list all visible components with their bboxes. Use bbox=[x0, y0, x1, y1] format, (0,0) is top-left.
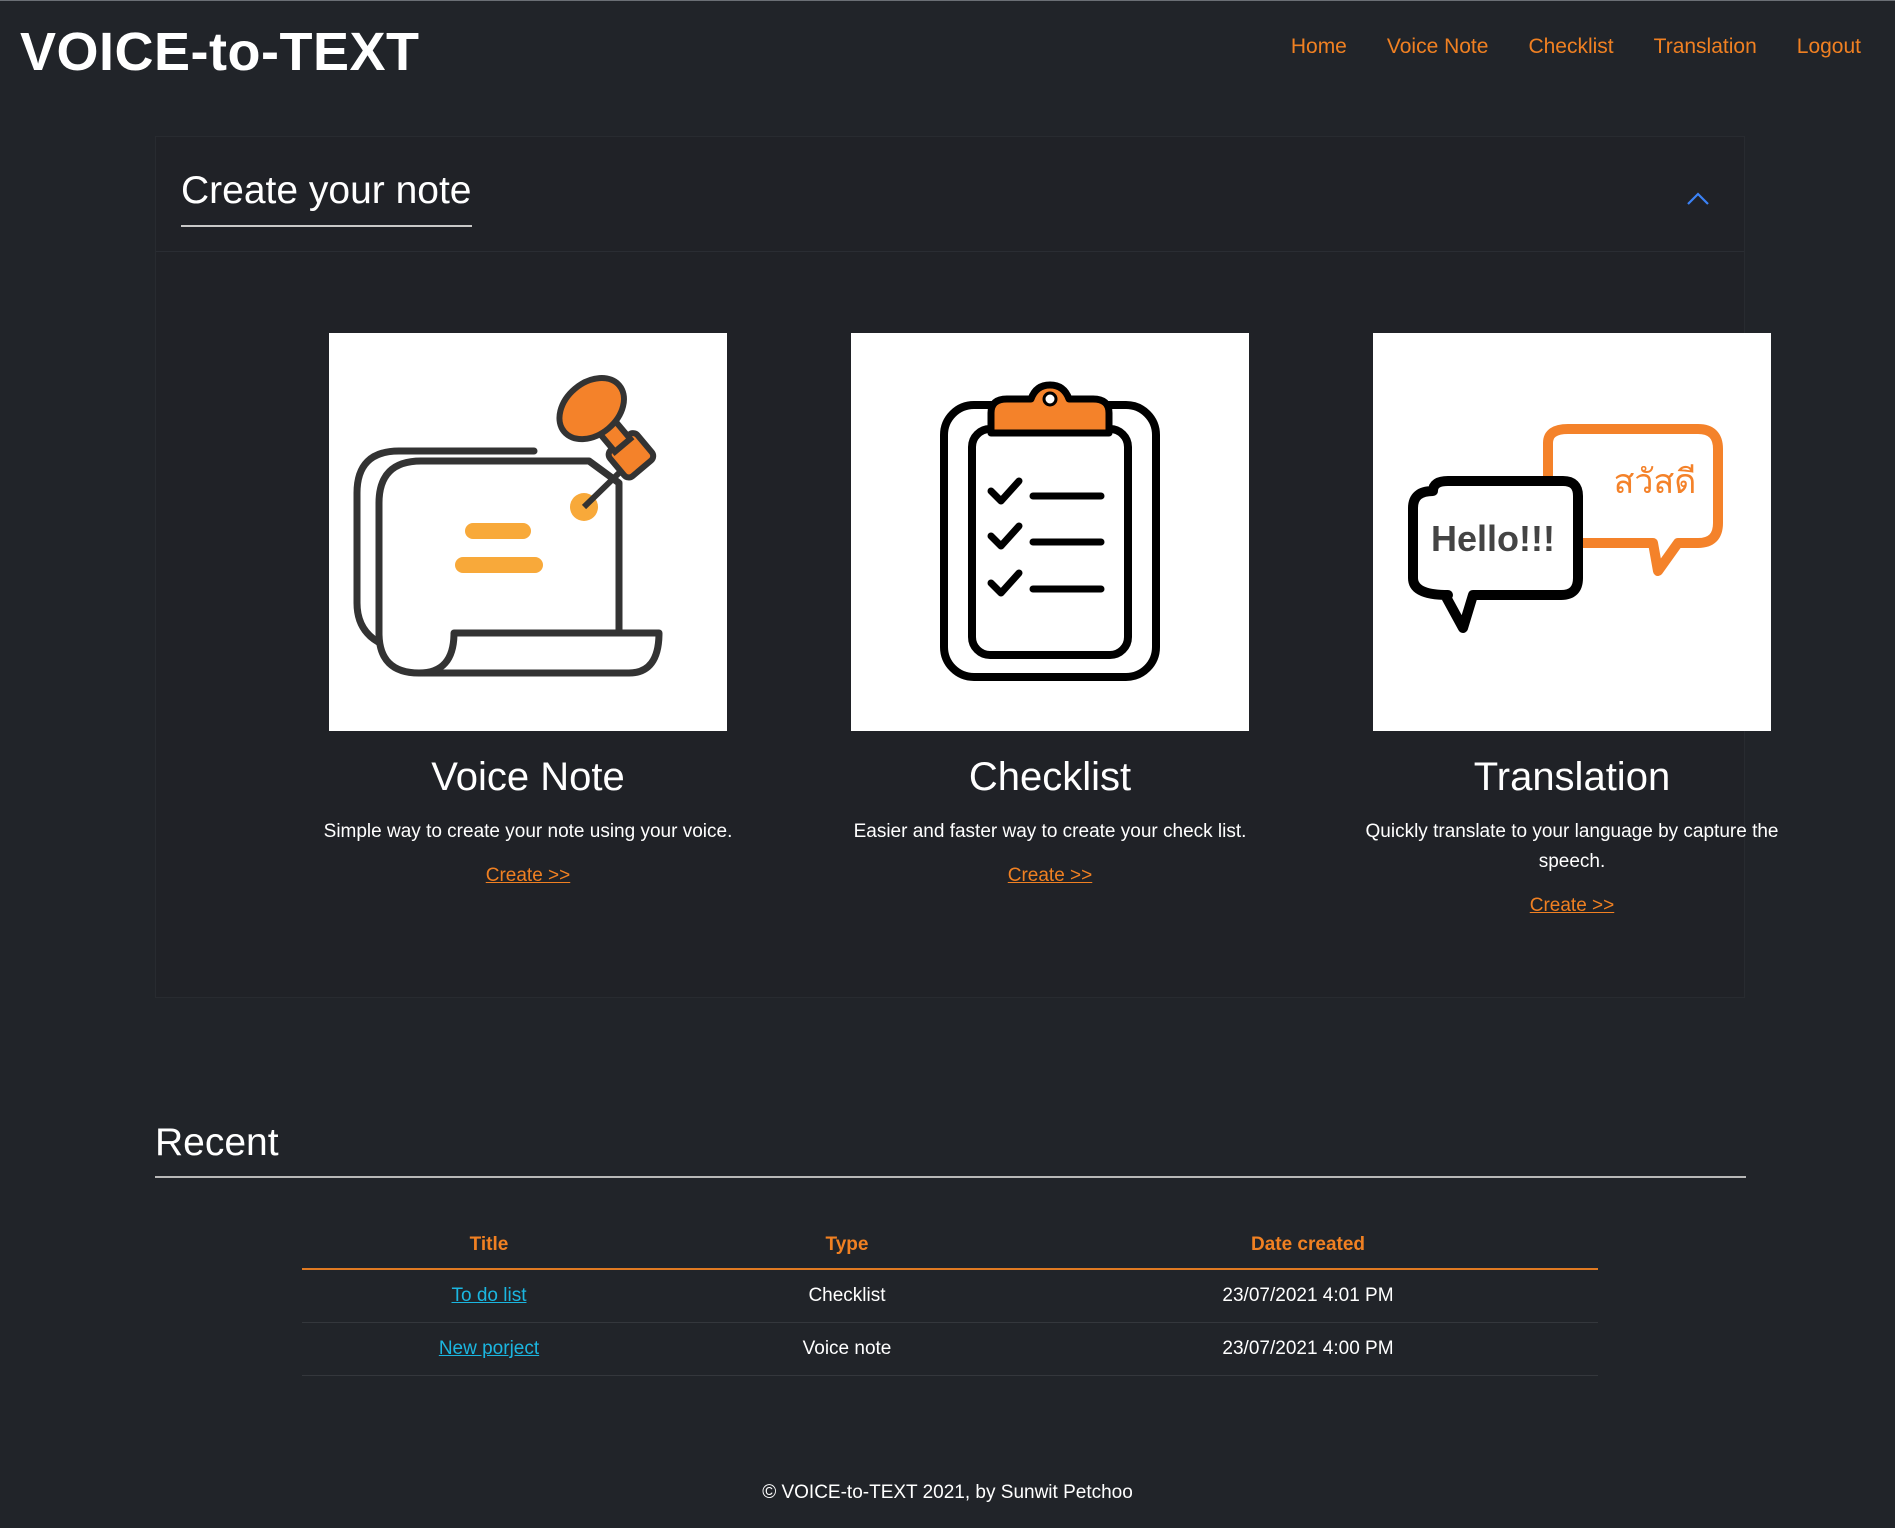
thai-hello-text: สวัสดี bbox=[1614, 462, 1697, 502]
note-link[interactable]: New porject bbox=[439, 1338, 539, 1359]
cell-date: 23/07/2021 4:00 PM bbox=[1018, 1322, 1598, 1376]
cell-type: Checklist bbox=[676, 1269, 1018, 1323]
cell-title: New porject bbox=[302, 1322, 676, 1376]
table-row: New porject Voice note 23/07/2021 4:00 P… bbox=[302, 1322, 1598, 1376]
panel-title: Create your note bbox=[181, 167, 472, 227]
column-header-title[interactable]: Title bbox=[302, 1222, 676, 1270]
hello-text: Hello!!! bbox=[1431, 518, 1555, 559]
footer-copyright: © VOICE-to-TEXT 2021, by Sunwit Petchoo bbox=[762, 1482, 1133, 1503]
card-title: Translation bbox=[1473, 755, 1671, 799]
note-link[interactable]: To do list bbox=[452, 1285, 527, 1306]
recent-table: Title Type Date created To do list Check… bbox=[302, 1222, 1598, 1376]
cell-type: Voice note bbox=[676, 1322, 1018, 1376]
column-header-type[interactable]: Type bbox=[676, 1222, 1018, 1270]
card-title: Checklist bbox=[968, 755, 1132, 799]
column-header-date[interactable]: Date created bbox=[1018, 1222, 1598, 1270]
recent-title: Recent bbox=[155, 1121, 279, 1164]
create-checklist-link[interactable]: Create >> bbox=[1008, 865, 1093, 887]
create-translation-link[interactable]: Create >> bbox=[1530, 895, 1615, 917]
create-voice-note-link[interactable]: Create >> bbox=[486, 865, 571, 887]
card-description: Simple way to create your note using you… bbox=[323, 821, 733, 842]
top-border bbox=[0, 0, 1895, 1]
table-header-row: Title Type Date created bbox=[302, 1222, 1598, 1270]
nav-home[interactable]: Home bbox=[1291, 30, 1347, 64]
brand-logo[interactable]: VOICE-to-TEXT bbox=[20, 20, 419, 84]
cell-date: 23/07/2021 4:01 PM bbox=[1018, 1269, 1598, 1323]
table-row: To do list Checklist 23/07/2021 4:01 PM bbox=[302, 1269, 1598, 1323]
create-note-panel-header[interactable]: Create your note bbox=[156, 137, 1744, 252]
card-translation: สวัสดี Hello!!! Translation Quickly tran… bbox=[1312, 333, 1832, 917]
card-description: Easier and faster way to create your che… bbox=[853, 821, 1247, 842]
main-nav: Home Voice Note Checklist Translation Lo… bbox=[1291, 30, 1861, 64]
nav-voice-note[interactable]: Voice Note bbox=[1387, 30, 1489, 64]
card-title: Voice Note bbox=[431, 755, 625, 799]
card-voice-note: Voice Note Simple way to create your not… bbox=[268, 333, 788, 887]
chevron-up-icon[interactable] bbox=[1678, 179, 1718, 219]
nav-logout[interactable]: Logout bbox=[1797, 30, 1861, 64]
clipboard-checklist-icon bbox=[851, 333, 1249, 731]
nav-translation[interactable]: Translation bbox=[1654, 30, 1757, 64]
card-checklist: Checklist Easier and faster way to creat… bbox=[790, 333, 1310, 887]
nav-checklist[interactable]: Checklist bbox=[1528, 30, 1613, 64]
cell-title: To do list bbox=[302, 1269, 676, 1323]
speech-bubbles-translate-icon: สวัสดี Hello!!! bbox=[1373, 333, 1771, 731]
recent-divider bbox=[155, 1176, 1746, 1178]
card-description: Quickly translate to your language by ca… bbox=[1365, 821, 1779, 872]
pinned-note-icon bbox=[329, 333, 727, 731]
create-note-panel: Create your note Voice Note Simple way t… bbox=[155, 136, 1778, 998]
